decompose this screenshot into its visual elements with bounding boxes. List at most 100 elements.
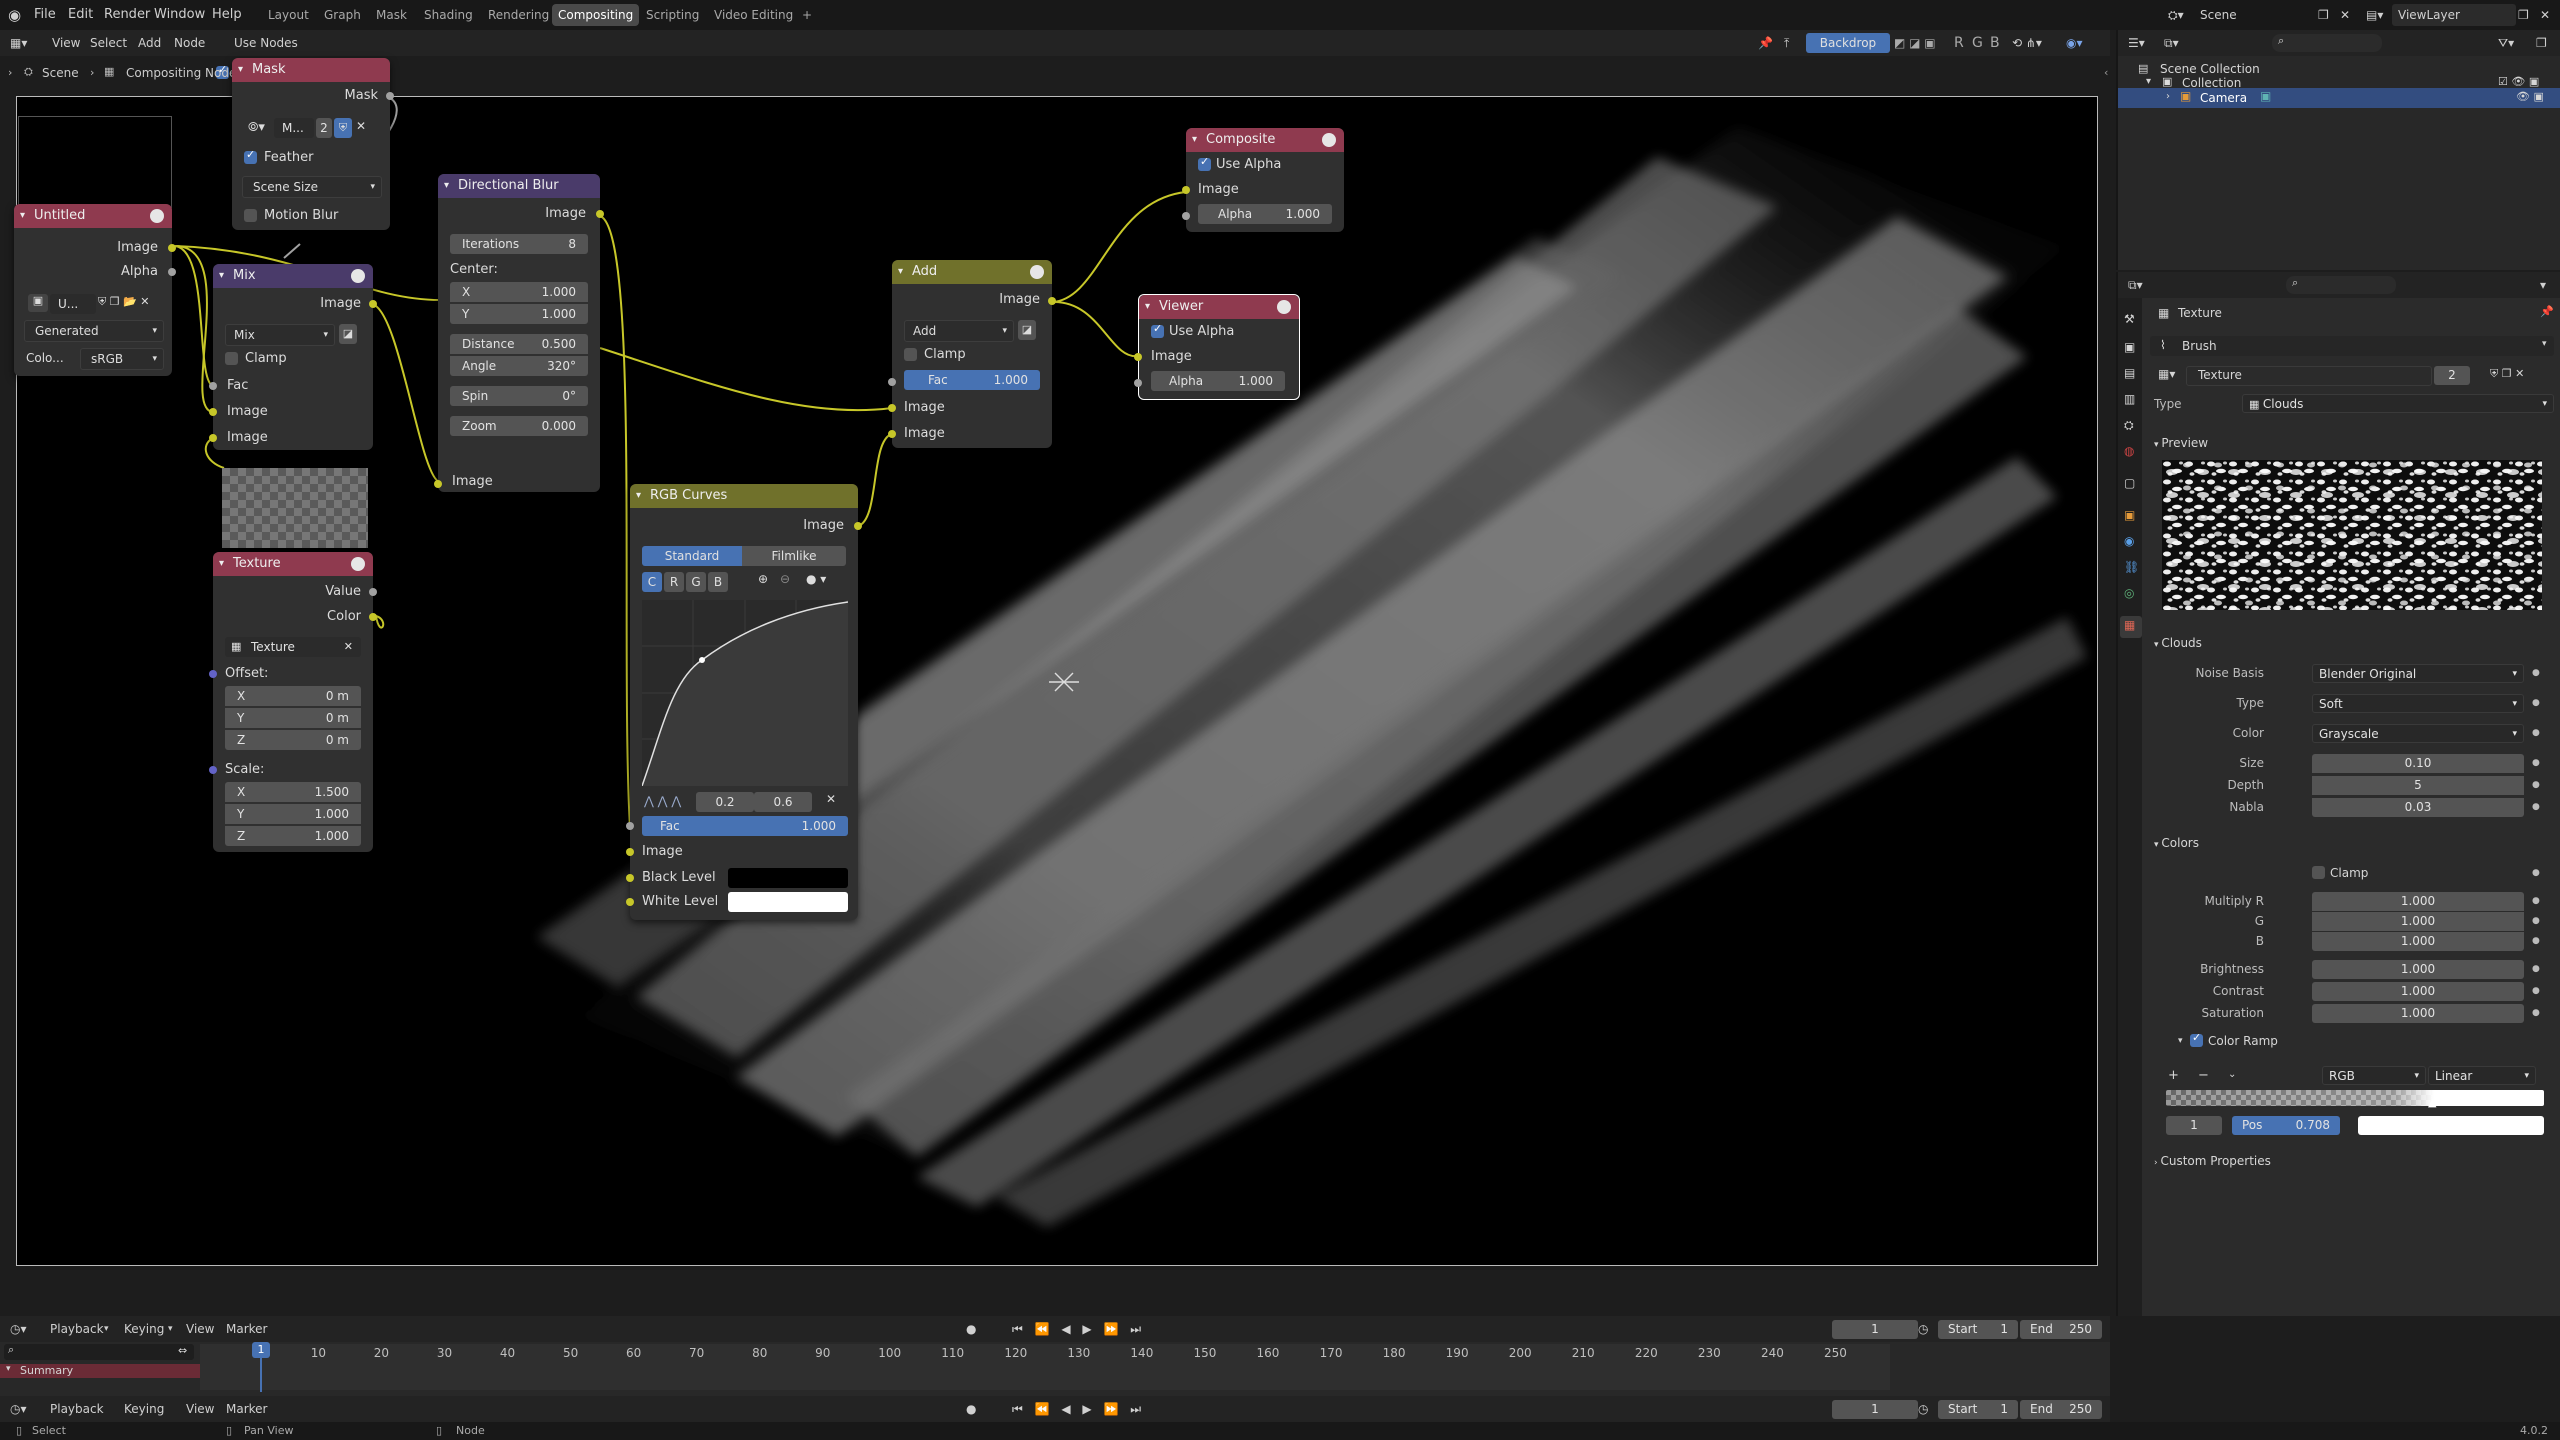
value-output-socket[interactable] (369, 588, 377, 596)
channel-g-button[interactable]: G (686, 572, 706, 592)
image-output-socket[interactable] (168, 244, 176, 252)
ramp-stop-index-field[interactable]: 1 (2166, 1116, 2222, 1135)
blend-mode-dropdown[interactable]: Mix ▾ (225, 324, 335, 346)
point-y-field[interactable]: 0.6 (754, 792, 812, 812)
offset-input-socket[interactable] (209, 670, 217, 678)
ramp-stop-marker-icon[interactable]: ▲ (2428, 1096, 2436, 1109)
angle-field[interactable]: Angle 320° (450, 356, 588, 376)
image-node-header[interactable]: ▾ Untitled (14, 204, 172, 228)
black-level-swatch[interactable] (728, 868, 848, 888)
keyframe-dot-icon[interactable]: ● (2532, 986, 2540, 996)
texture-datablock-field[interactable]: ▦ Texture ✕ (225, 637, 361, 657)
color-ramp-bar[interactable] (2166, 1090, 2544, 1106)
viewer-alpha-socket[interactable] (1134, 379, 1142, 387)
pin-icon[interactable]: 📌 (2540, 305, 2554, 318)
timeline2-keying-menu[interactable]: Keying (124, 1398, 164, 1420)
point-x-field[interactable]: 0.2 (696, 792, 754, 812)
keyframe-dot-icon[interactable]: ● (2532, 936, 2540, 946)
composite-alpha-field[interactable]: Alpha 1.000 (1198, 204, 1332, 224)
render-tab-icon[interactable]: ▣ (2124, 340, 2135, 354)
dirblur-input-socket[interactable] (434, 480, 442, 488)
record-icon[interactable]: ● (966, 1318, 976, 1340)
collapse-icon[interactable]: ▾ (238, 58, 243, 82)
collapse-icon[interactable]: ▾ (1145, 295, 1150, 319)
add-clamp-checkbox[interactable] (904, 348, 917, 361)
outliner-editor-type-icon[interactable]: ☰▾ (2128, 32, 2145, 54)
display-mode-icon[interactable]: ⧉▾ (2164, 32, 2179, 54)
add-image1-socket[interactable] (888, 404, 896, 412)
texture-type-dropdown[interactable]: ▦ Clouds ▾ (2242, 394, 2554, 413)
center-x-field[interactable]: X 1.000 (450, 282, 588, 302)
preview-panel-header[interactable]: ▾ Preview (2154, 436, 2208, 450)
ramp-menu-icon[interactable]: ⌄ (2228, 1069, 2236, 1080)
new-scene-icon[interactable]: ❐ (2318, 0, 2329, 30)
ramp-interpolation-dropdown[interactable]: Linear ▾ (2428, 1066, 2536, 1085)
custom-properties-header[interactable]: › Custom Properties (2154, 1154, 2271, 1168)
preview-toggle-icon[interactable] (351, 557, 365, 571)
keyframe-dot-icon[interactable]: ● (2532, 728, 2540, 738)
mix-output-socket[interactable] (369, 300, 377, 308)
multiply-r-field[interactable]: 1.000 (2312, 892, 2524, 911)
scene-collection-label[interactable]: Scene Collection (2160, 62, 2260, 76)
channel-c-button[interactable]: C (642, 572, 662, 592)
offset-x-field[interactable]: X0 m (225, 686, 361, 706)
texture-tab[interactable]: ▦ (2120, 616, 2142, 638)
unlink-icon[interactable]: ✕ (356, 119, 366, 133)
backdrop-channel-g[interactable]: G (1972, 32, 1983, 54)
contrast-field[interactable]: 1.000 (2312, 982, 2524, 1001)
mix-node[interactable]: ▾ Mix Image Mix ▾ ◪ Clamp Fac Image Image (209, 264, 377, 450)
add-blend-dropdown[interactable]: Add ▾ (904, 320, 1014, 342)
feather-checkbox[interactable] (244, 148, 257, 164)
preview-toggle-icon[interactable] (150, 209, 164, 223)
keyframe-dot-icon[interactable]: ● (2532, 1008, 2540, 1018)
timeline2-view-menu[interactable]: View (186, 1398, 214, 1420)
timeline-marker-menu[interactable]: Marker (226, 1318, 267, 1340)
data-tab-icon[interactable]: ◎ (2124, 586, 2134, 600)
properties-search-input[interactable]: ⌕ (2286, 276, 2396, 294)
camera-visibility-icons[interactable]: 👁 ▣ (2516, 90, 2544, 103)
image-actions-icons[interactable]: ⛨ ❐ 📂 ✕ (98, 295, 150, 309)
fac-input-socket[interactable] (209, 382, 217, 390)
channel-r-button[interactable]: R (664, 572, 684, 592)
texture-browse-icon[interactable]: ▦▾ (2158, 367, 2175, 381)
composite-alpha-socket[interactable] (1182, 212, 1190, 220)
use-alpha-icon[interactable]: ◪ (1018, 320, 1036, 340)
add-node[interactable]: ▾ Add Image Add ▾ ◪ Clamp Fac 1.000 Image I… (888, 260, 1056, 448)
scene-tab-icon[interactable]: ⛭ (2124, 418, 2134, 433)
use-alpha-icon[interactable]: ◪ (339, 324, 357, 344)
image-source-dropdown[interactable]: Generated ▾ (24, 320, 164, 342)
mask-node-header[interactable]: ▾ Mask (232, 58, 390, 82)
noise-basis-dropdown[interactable]: Blender Original ▾ (2312, 664, 2524, 683)
spin-field[interactable]: Spin 0° (450, 386, 588, 406)
colorspace-dropdown[interactable]: sRGB ▾ (80, 348, 164, 370)
remove-stop-icon[interactable]: − (2198, 1068, 2209, 1083)
channel-b-button[interactable]: B (708, 572, 728, 592)
curves-output-socket[interactable] (854, 522, 862, 530)
keyframe-dot-icon[interactable]: ● (2532, 668, 2540, 678)
timeline-search-input[interactable]: ⌕ (4, 1343, 194, 1360)
viewer-alpha-field[interactable]: Alpha 1.000 (1151, 371, 1285, 391)
preview-toggle-icon[interactable] (1277, 300, 1291, 314)
alpha-output-socket[interactable] (168, 268, 176, 276)
curve-tools-icon[interactable]: ● ▾ (806, 572, 826, 586)
constraints-tab-icon[interactable]: ⛓ (2124, 560, 2139, 574)
record-icon[interactable]: ● (966, 1398, 976, 1420)
viewer-node[interactable]: ▾Viewer Use Alpha Image Alpha1.000 (1134, 294, 1300, 400)
black-level-socket[interactable] (626, 874, 634, 882)
multiply-b-field[interactable]: 1.000 (2312, 932, 2524, 951)
snapping-icon[interactable]: ⟲ ⋔▾ (2012, 32, 2042, 54)
offset-z-field[interactable]: Z0 m (225, 730, 361, 750)
curve-graph[interactable] (642, 600, 848, 786)
start-frame-field[interactable]: Start 1 (1938, 1320, 2018, 1339)
preview-toggle-icon[interactable] (351, 269, 365, 283)
scene-selector[interactable]: Scene (2200, 0, 2237, 30)
view-layer-selector[interactable]: ViewLayer (2398, 0, 2460, 30)
ramp-pos-slider[interactable]: Pos 0.708 (2232, 1116, 2340, 1135)
mask-output-socket[interactable] (386, 92, 394, 100)
summary-expand-icon[interactable]: ▾ (6, 1364, 11, 1374)
color-mode-dropdown[interactable]: Grayscale ▾ (2312, 724, 2524, 743)
fake-user-shield-icon[interactable]: ⛨ (334, 118, 352, 138)
curves-fac-socket[interactable] (626, 822, 634, 830)
size-source-dropdown[interactable]: Scene Size ▾ (242, 176, 382, 198)
keyframe-dot-icon[interactable]: ● (2532, 698, 2540, 708)
